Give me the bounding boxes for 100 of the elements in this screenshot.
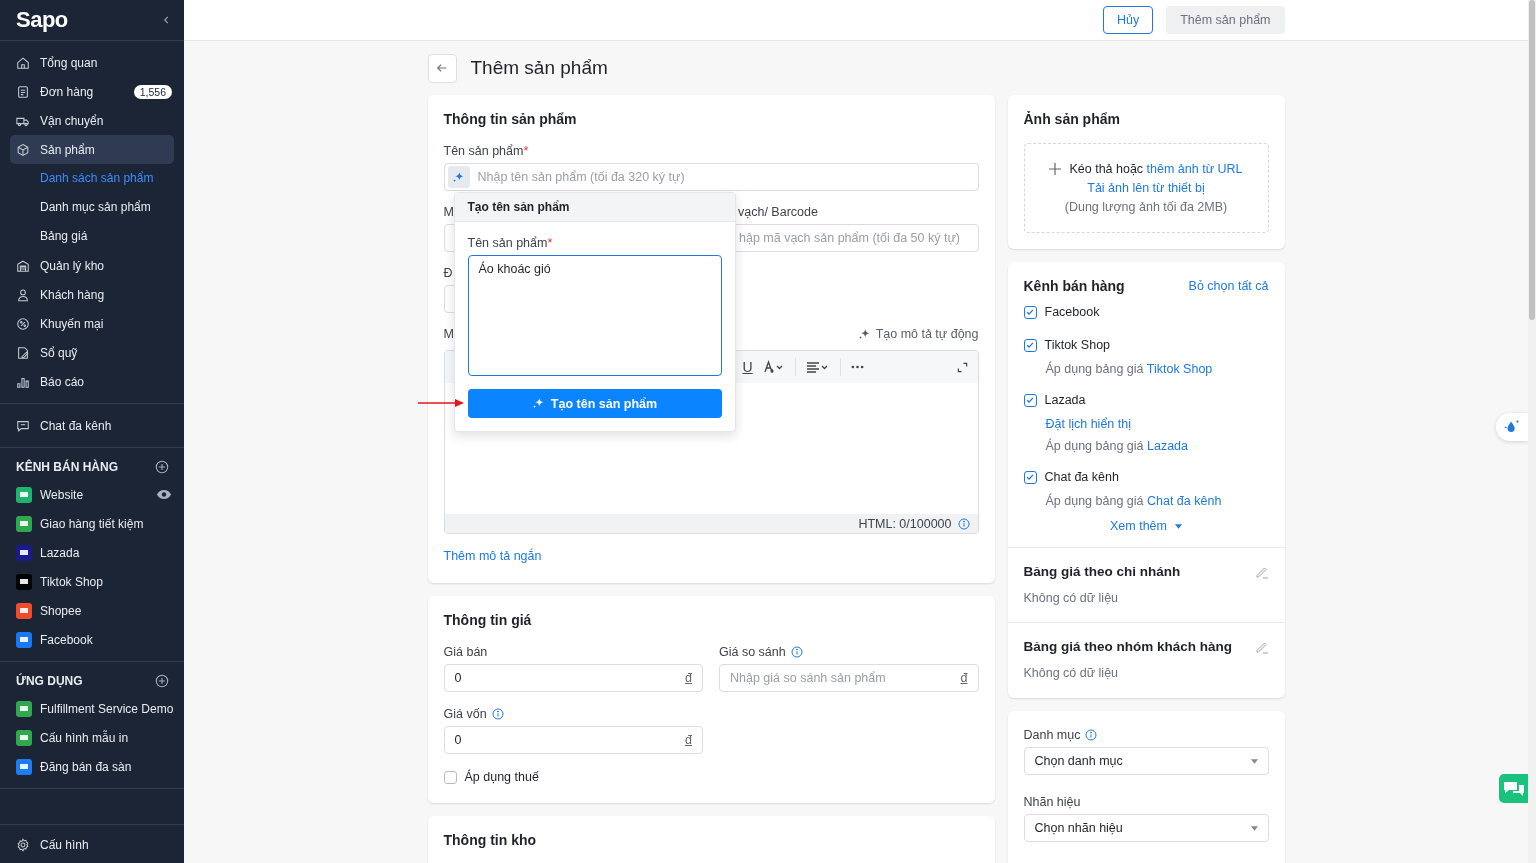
field-label: Giá vốn [443, 706, 504, 722]
arrow-annotation [417, 398, 464, 408]
info-icon [957, 517, 970, 530]
submenu-item[interactable]: Danh sách sản phẩm [0, 164, 184, 193]
nav-item[interactable]: Đơn hàng 1,556 [0, 77, 184, 106]
section-title: ỨNG DỤNG [16, 674, 83, 688]
schedule-link[interactable]: Đặt lịch hiển thị [1023, 416, 1269, 432]
price-field[interactable]: 0 đ [443, 664, 703, 692]
checkmark-icon [1025, 307, 1035, 317]
nav-item[interactable]: Sản phẩm [10, 135, 174, 164]
price-list-link[interactable]: Chat đa kênh [1147, 494, 1222, 508]
card-title: Ảnh sản phẩm [1023, 110, 1121, 129]
field-label: M [443, 204, 454, 220]
select-dropdown[interactable]: Chọn danh mục [1023, 747, 1269, 775]
channel-item[interactable]: Cấu hình mẫu in [0, 723, 184, 752]
nav-item[interactable]: Báo cáo [0, 367, 184, 396]
html-counter: HTML: 0/100000 [858, 516, 952, 531]
channel-item[interactable]: Tiktok Shop [0, 567, 184, 596]
font-color-button[interactable] [762, 360, 785, 374]
home-icon [16, 55, 30, 70]
plus-icon [1049, 163, 1062, 175]
price-list-note: Áp dụng bảng giá Chat đa kênh [1044, 493, 1223, 509]
checkmark-icon [1025, 472, 1035, 482]
nav-item[interactable]: Sổ quỹ [0, 338, 184, 367]
scrollbar[interactable] [1528, 0, 1536, 863]
logo[interactable]: Sapo [16, 7, 68, 33]
field-label: Đ [443, 265, 453, 281]
submenu-item[interactable]: Bảng giá [0, 222, 184, 251]
channel-item[interactable]: Giao hàng tiết kiệm [0, 509, 184, 538]
field-label: Tên sản phẩm* [467, 235, 553, 251]
channel-item[interactable]: Website [0, 480, 184, 509]
price-list-link[interactable]: Tiktok Shop [1146, 362, 1213, 376]
checkbox[interactable] [443, 770, 457, 784]
field-label: Giá so sánh [719, 644, 803, 660]
box-icon [16, 142, 30, 157]
channel-item[interactable]: Facebook [0, 625, 184, 654]
count-badge: 1,556 [133, 84, 172, 99]
select-dropdown[interactable]: Chọn nhãn hiệu [1023, 814, 1269, 842]
gear-icon [16, 837, 30, 852]
add-icon[interactable] [155, 460, 169, 474]
nav-item[interactable]: Quản lý kho [0, 251, 184, 280]
card-title: Thông tin sản phẩm [443, 110, 578, 129]
warehouse-icon [16, 258, 30, 273]
upload-link[interactable]: Tải ảnh lên từ thiết bị [1087, 180, 1205, 196]
channel-item[interactable]: Lazada [0, 538, 184, 567]
show-more-link[interactable]: Xem thêm [1110, 519, 1167, 533]
price-field[interactable]: 0 đ [443, 726, 703, 754]
more-button[interactable] [850, 365, 864, 369]
checkbox[interactable] [1023, 393, 1037, 407]
nav-item[interactable]: Cấu hình [0, 830, 184, 859]
channel-item[interactable]: Đăng bán đa sàn [0, 752, 184, 781]
auto-description-link[interactable]: Tạo mô tả tự động [857, 327, 979, 341]
add-from-url-link[interactable]: thêm ảnh từ URL [1146, 162, 1243, 176]
receipt-icon [16, 84, 30, 99]
caret-icon [1250, 825, 1258, 831]
channel-name: Tiktok Shop [1044, 338, 1111, 352]
deselect-all-link[interactable]: Bỏ chọn tất cả [1188, 279, 1269, 293]
ai-assistant-button[interactable] [1496, 413, 1528, 441]
nav-item[interactable]: Khuyến mại [0, 309, 184, 338]
card-title: Thông tin kho [443, 831, 538, 850]
channel-name: Chat đa kênh [1044, 470, 1119, 484]
expand-icon[interactable] [956, 361, 968, 373]
sparkle-icon [452, 170, 465, 184]
field-label: Tên sản phẩm* [443, 143, 529, 159]
add-short-description-link[interactable]: Thêm mô tả ngắn [443, 548, 542, 564]
checkbox-label: Áp dụng thuế [464, 770, 539, 784]
section-title: Bảng giá theo nhóm khách hàng [1023, 638, 1232, 656]
add-icon[interactable] [155, 674, 169, 688]
empty-text: Không có dữ liệu [1023, 590, 1120, 606]
price-field[interactable]: Nhập giá so sánh sản phẩm đ [719, 664, 979, 692]
checkbox[interactable] [1023, 305, 1037, 319]
ai-generate-button[interactable] [447, 166, 470, 188]
price-list-link[interactable]: Lazada [1147, 439, 1188, 453]
submenu-item[interactable]: Danh mục sản phẩm [0, 193, 184, 222]
checkbox[interactable] [1023, 338, 1037, 352]
price-list-note: Áp dụng bảng giá Tiktok Shop [1044, 361, 1214, 377]
popover-title: Tạo tên sản phẩm [454, 193, 735, 222]
image-drop-zone[interactable]: Kéo thả hoặc thêm ảnh từ URL Tải ảnh lên từ thiết bị (Dung lượng ảnh tối đa 2MB) [1023, 143, 1269, 233]
field-label: Danh mục [1023, 727, 1098, 743]
nav-item[interactable]: Tổng quan [0, 48, 184, 77]
channel-item[interactable]: Shopee [0, 596, 184, 625]
user-icon [16, 287, 30, 302]
nav-item[interactable]: Chat đa kênh [0, 411, 184, 440]
checkbox[interactable] [1023, 470, 1037, 484]
channel-name: Lazada [1044, 393, 1086, 407]
chat-button[interactable] [1499, 774, 1528, 803]
align-button[interactable] [805, 360, 830, 374]
page-title: Thêm sản phẩm [470, 57, 608, 79]
save-button[interactable]: Thêm sản phẩm [1166, 6, 1285, 34]
generate-name-button[interactable]: Tạo tên sản phẩm [467, 389, 722, 418]
underline-button[interactable]: U [742, 359, 753, 375]
nav-item[interactable]: Vận chuyển [0, 106, 184, 135]
product-name-textarea[interactable]: Áo khoác gió [467, 255, 722, 376]
cancel-button[interactable]: Hủy [1102, 6, 1154, 34]
channel-item[interactable]: Fulfillment Service Demo [0, 694, 184, 723]
nav-item[interactable]: Khách hàng [0, 280, 184, 309]
chevron-left-icon[interactable] [163, 15, 170, 25]
empty-text: Không có dữ liệu [1023, 665, 1120, 681]
eye-icon[interactable] [156, 489, 172, 500]
percent-icon [16, 316, 30, 331]
